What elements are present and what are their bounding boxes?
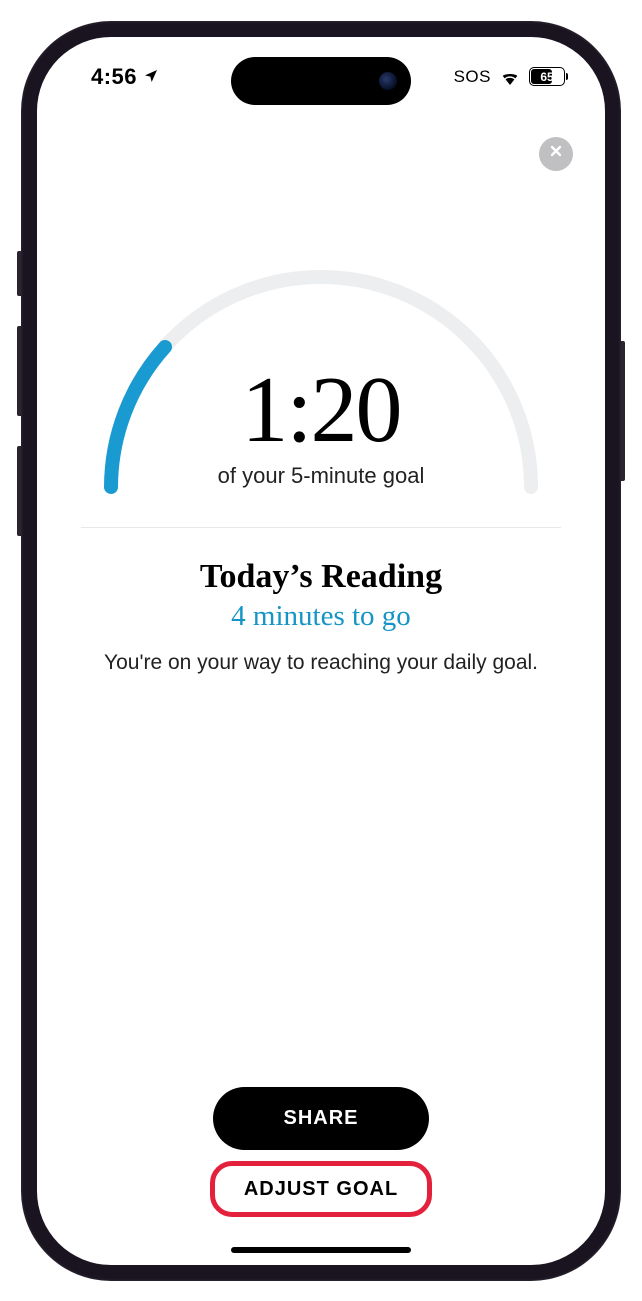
side-buttons-left [17,251,21,566]
location-icon [143,64,159,90]
adjust-goal-button[interactable]: ADJUST GOAL [220,1166,422,1213]
screen: 4:56 SOS 65 [37,37,605,1265]
content-area: 1:20 of your 5-minute goal Today’s Readi… [37,37,605,1265]
phone-frame: 4:56 SOS 65 [21,21,621,1281]
progress-gauge: 1:20 of your 5-minute goal [81,247,561,497]
close-icon [548,143,564,164]
summary-body: You're on your way to reaching your dail… [37,651,605,675]
summary-heading: Today’s Reading [37,558,605,596]
bottom-actions: SHARE ADJUST GOAL [37,1087,605,1213]
battery-level: 65 [530,70,564,84]
gauge-arc [81,247,561,497]
battery-icon: 65 [529,67,565,86]
status-left: 4:56 [73,64,159,90]
sos-indicator: SOS [454,67,491,87]
share-button[interactable]: SHARE [213,1087,428,1150]
dynamic-island [231,57,411,105]
status-time: 4:56 [91,64,137,90]
side-button-right [621,341,625,481]
camera-dot [379,72,397,90]
wifi-icon [499,69,521,85]
status-right: SOS 65 [454,67,569,87]
home-indicator[interactable] [231,1247,411,1253]
divider [81,527,561,528]
close-button[interactable] [539,137,573,171]
summary-remaining: 4 minutes to go [37,600,605,633]
